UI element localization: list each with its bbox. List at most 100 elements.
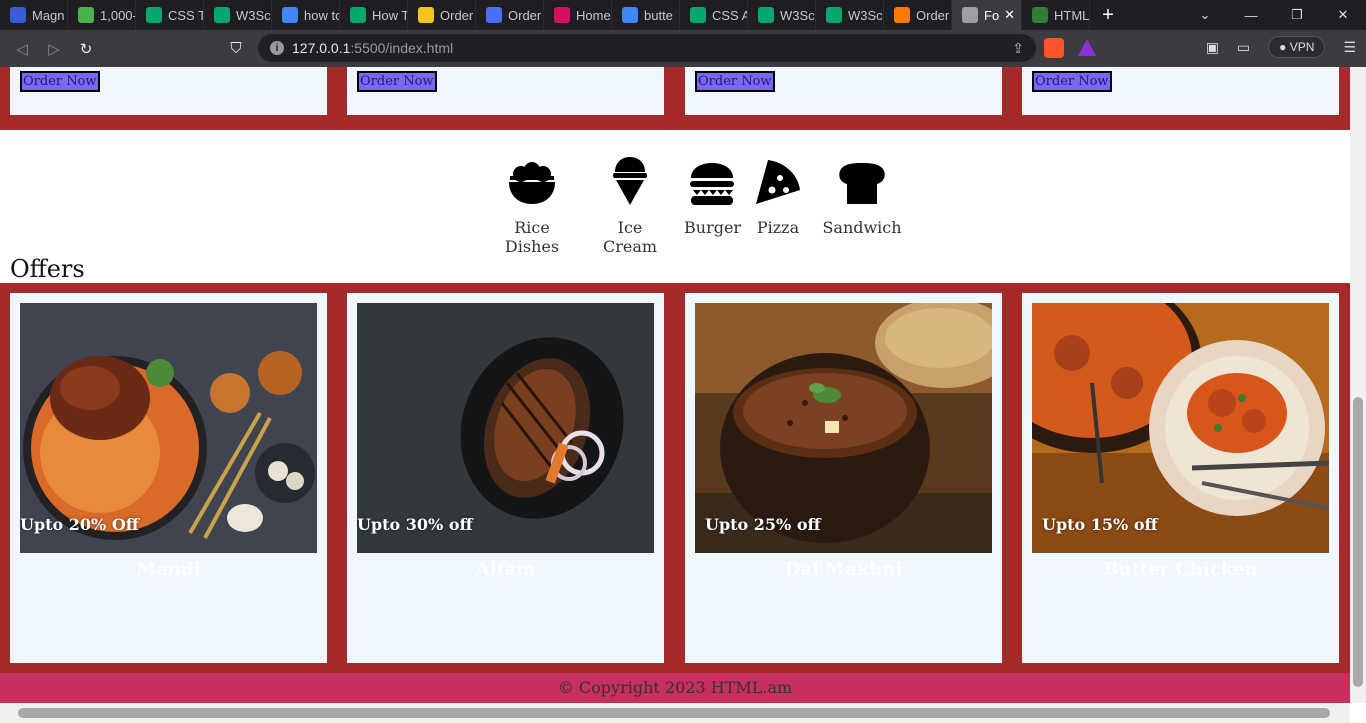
tab-title: Magn (32, 7, 65, 23)
w3schools-icon (214, 7, 230, 23)
minimize-icon[interactable]: — (1228, 0, 1274, 30)
pin-icon (894, 7, 910, 23)
close-window-icon[interactable]: ✕ (1320, 0, 1366, 30)
address-bar-row: ◁ ▷ ↻ ⛉ i 127.0.0.1:5500/index.html ⇪ ▣ … (0, 30, 1366, 67)
offer-name: Butter Chicken (1103, 559, 1258, 580)
browser-tab[interactable]: W3Sc (816, 0, 884, 30)
tab-title: Order (916, 7, 950, 23)
tab-title: HTML (1054, 7, 1090, 23)
category-rice-dishes[interactable]: Rice Dishes (488, 156, 576, 256)
offer-discount: Upto 30% off (357, 515, 473, 534)
food-icon (418, 7, 434, 23)
offer-card-dal-makhni[interactable]: Upto 25% off Dal Makhni (685, 293, 1002, 663)
category-label: Burger (684, 218, 742, 237)
tab-bar: Magn 1,000- CSS Te W3Sc how to How T Order Orde… (0, 0, 1366, 30)
vertical-scrollbar[interactable] (1350, 67, 1366, 703)
window-controls: ⌄ — ❐ ✕ (1182, 0, 1366, 30)
menu-card: Order Now (1022, 67, 1339, 115)
share-icon[interactable]: ⇪ (1012, 40, 1024, 57)
forward-icon[interactable]: ▷ (38, 40, 70, 58)
chevron-down-icon[interactable]: ⌄ (1182, 0, 1228, 30)
burger-icon (690, 163, 734, 205)
order-now-button[interactable]: Order Now (20, 71, 100, 92)
category-label: Sandwich (822, 218, 902, 237)
browser-tab[interactable]: CSS Te (136, 0, 204, 30)
reload-icon[interactable]: ↻ (70, 40, 102, 58)
url-field[interactable]: i 127.0.0.1:5500/index.html ⇪ (258, 34, 1036, 62)
tab-title: How T (372, 7, 408, 23)
vertical-scroll-thumb[interactable] (1353, 397, 1363, 687)
category-burger[interactable]: Burger (684, 156, 742, 237)
google-icon (282, 7, 298, 23)
browser-tab[interactable]: W3Sc (204, 0, 272, 30)
menu-strip: Order Now Order Now Order Now Order Now (0, 67, 1350, 130)
offer-card-alfam[interactable]: Upto 30% off Alfam (347, 293, 664, 663)
w3schools-icon (146, 7, 162, 23)
horizontal-scroll-thumb[interactable] (18, 708, 1330, 718)
tab-title: Order (508, 7, 542, 23)
rice-bowl-icon (509, 162, 555, 204)
offer-card-mandi[interactable]: Upto 20% Off Mandi (10, 293, 327, 663)
footer: © Copyright 2023 HTML.am (0, 673, 1350, 703)
close-tab-icon[interactable]: ✕ (1004, 7, 1015, 23)
browser-tab[interactable]: How T (340, 0, 408, 30)
category-sandwich[interactable]: Sandwich (820, 156, 904, 237)
globe-icon (962, 7, 978, 23)
bookmark-icon[interactable]: ⛉ (220, 40, 252, 57)
tab-title: CSS Te (168, 7, 204, 23)
back-icon[interactable]: ◁ (6, 40, 38, 58)
offer-discount: Upto 20% Off (20, 515, 139, 534)
site-info-icon[interactable]: i (270, 41, 284, 55)
tab-title: W3Sc (848, 7, 883, 23)
url-host: 127.0.0.1 (292, 40, 351, 56)
offer-discount: Upto 25% off (705, 515, 821, 534)
menu-icon[interactable]: ☰ (1343, 39, 1356, 56)
category-label: Ice Cream (602, 218, 658, 256)
browser-tab[interactable]: Home (544, 0, 612, 30)
w3schools-icon (350, 7, 366, 23)
grid-icon (486, 7, 502, 23)
px-icon (78, 7, 94, 23)
offer-card-butter-chicken[interactable]: Upto 15% off Butter Chicken (1022, 293, 1339, 663)
w3schools-icon (690, 7, 706, 23)
browser-tab[interactable]: W3Sc (748, 0, 816, 30)
vpn-button[interactable]: ● VPN (1268, 36, 1326, 58)
panda-icon (554, 7, 570, 23)
brave-rewards-icon[interactable] (1078, 39, 1096, 56)
offer-discount: Upto 15% off (1042, 515, 1158, 534)
order-now-button[interactable]: Order Now (695, 71, 775, 92)
w3schools-icon (758, 7, 774, 23)
sidebar-icon[interactable]: ▣ (1206, 39, 1219, 56)
category-pizza[interactable]: Pizza (754, 156, 802, 237)
offer-name: Dal Makhni (784, 559, 903, 580)
browser-tab[interactable]: Order (884, 0, 952, 30)
tab-title: Fo (984, 7, 1000, 23)
menu-card: Order Now (347, 67, 664, 115)
browser-tab[interactable]: HTML (1022, 0, 1090, 30)
browser-tab[interactable]: Order (476, 0, 544, 30)
category-label: Pizza (756, 218, 800, 237)
browser-tab[interactable]: butte (612, 0, 680, 30)
browser-tab[interactable]: Order (408, 0, 476, 30)
horizontal-scrollbar[interactable] (0, 703, 1350, 723)
pizza-slice-icon (756, 160, 800, 204)
new-tab-button[interactable]: + (1090, 4, 1126, 27)
tab-strip: Magn 1,000- CSS Te W3Sc how to How T Order Orde… (0, 0, 1090, 30)
order-now-button[interactable]: Order Now (1032, 71, 1112, 92)
brave-shields-icon[interactable] (1044, 38, 1064, 58)
ice-cream-icon (613, 157, 647, 205)
menu-card: Order Now (685, 67, 1002, 115)
browser-tab[interactable]: Magn (0, 0, 68, 30)
restore-icon[interactable]: ❐ (1274, 0, 1320, 30)
flag-icon (10, 7, 26, 23)
order-now-button[interactable]: Order Now (357, 71, 437, 92)
tab-title: W3Sc (780, 7, 815, 23)
browser-tab[interactable]: how to (272, 0, 340, 30)
browser-tab[interactable]: 1,000- (68, 0, 136, 30)
browser-tab[interactable]: Fo ✕ (952, 0, 1022, 30)
category-ice-cream[interactable]: Ice Cream (590, 156, 670, 256)
browser-tab[interactable]: CSS A (680, 0, 748, 30)
wallet-icon[interactable]: ▭ (1237, 39, 1250, 56)
google-icon (622, 7, 638, 23)
category-label: Rice Dishes (504, 218, 560, 256)
